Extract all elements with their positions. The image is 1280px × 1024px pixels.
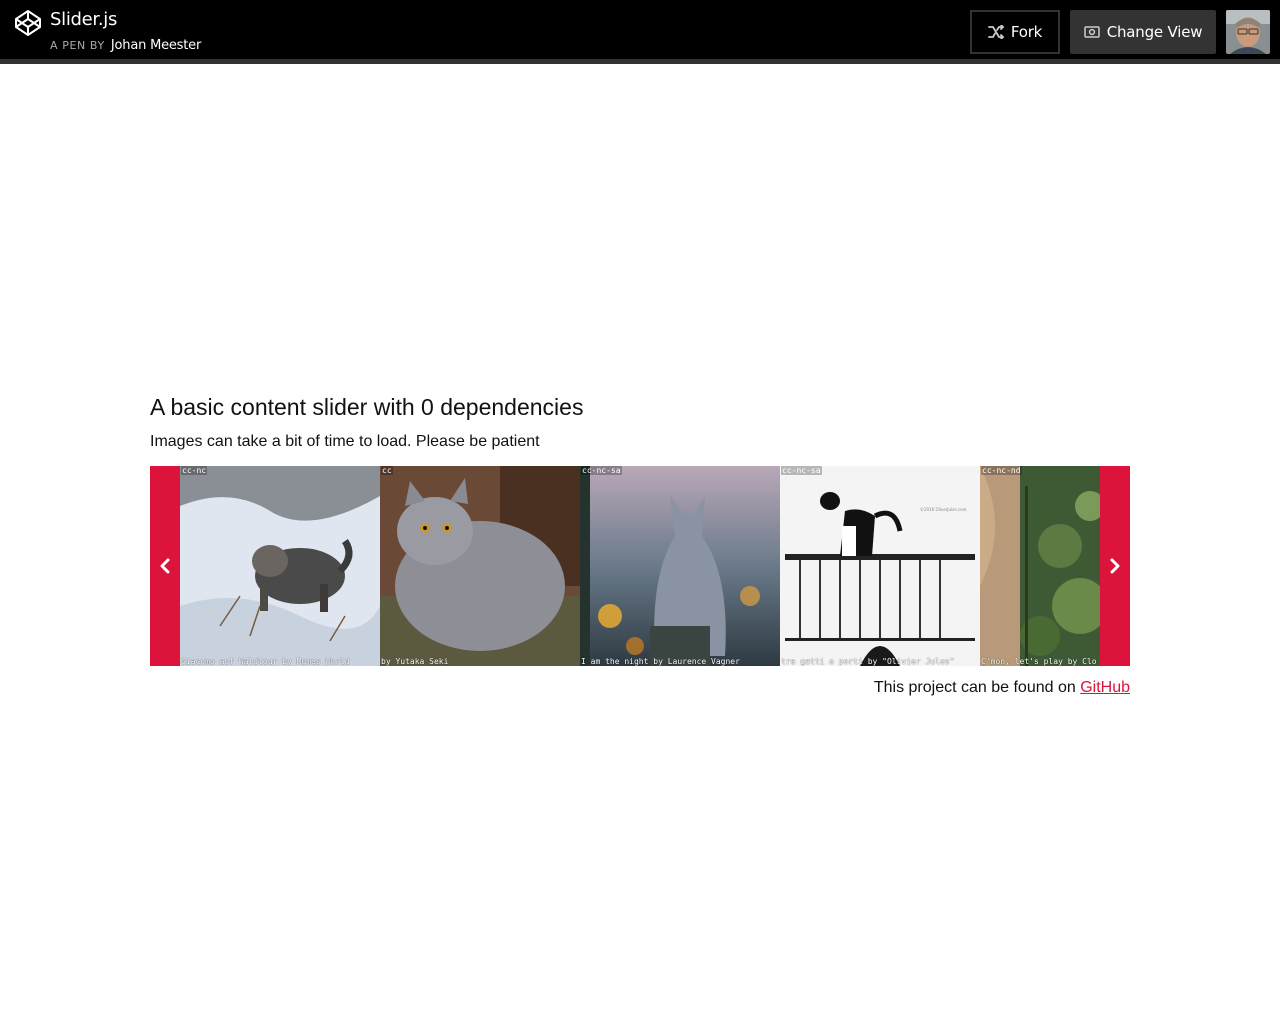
content-slider: cc-nc Giacomo auf Waldtour by Mumes Worl… (150, 466, 1130, 666)
author-link[interactable]: Johan Meester (111, 38, 201, 53)
svg-text:©2016 OliverJules.com: ©2016 OliverJules.com (920, 507, 967, 512)
slide[interactable]: cc-nc-sa I am the night by Laurence Vagn… (580, 466, 780, 666)
slide[interactable]: cc-nc Giacomo auf Waldtour by Mumes Worl… (180, 466, 380, 666)
page-subheading: Images can take a bit of time to load. P… (150, 433, 540, 450)
pen-title[interactable]: Slider.js (50, 9, 117, 30)
slider-next-button[interactable] (1100, 466, 1130, 666)
change-view-label: Change View (1106, 23, 1203, 41)
slide[interactable]: ©2016 OliverJules.com cc-nc-sa tra gatti… (780, 466, 980, 666)
codepen-logo-icon[interactable] (14, 9, 42, 37)
page-heading: A basic content slider with 0 dependenci… (150, 394, 584, 420)
slide-image (580, 466, 780, 666)
footer-text: This project can be found on (873, 679, 1076, 696)
fork-button[interactable]: Fork (970, 10, 1060, 54)
slide-license: cc-nc-sa (581, 466, 622, 475)
slide-caption: C'mon, let's play by Clo (981, 657, 1097, 666)
change-view-button[interactable]: Change View (1070, 10, 1216, 54)
slide-caption: Giacomo auf Waldtour by Mumes World (181, 657, 350, 666)
pen-author-line: A PEN BY Johan Meester (50, 38, 201, 53)
slide-license: cc-nc (181, 466, 208, 475)
slide-caption: I am the night by Laurence Vagner (581, 657, 740, 666)
slide-caption: tra gatti e porti by "Olivier Jules" (781, 657, 955, 666)
codepen-header: Slider.js A PEN BY Johan Meester Fork Ch… (0, 0, 1280, 64)
slide[interactable]: cc-nc-nd C'mon, let's play by Clo (980, 466, 1100, 666)
project-footer: This project can be found on GitHub (874, 679, 1130, 697)
slide-image (980, 466, 1100, 666)
slide-image (180, 466, 380, 666)
slide-license: cc (381, 466, 393, 475)
slider-prev-button[interactable] (150, 466, 180, 666)
slide-image: ©2016 OliverJules.com (780, 466, 980, 666)
fork-icon (987, 25, 1004, 39)
slide[interactable]: cc by Yutaka Seki (380, 466, 580, 666)
chevron-left-icon (160, 558, 170, 574)
avatar[interactable] (1226, 10, 1270, 54)
slide-image (380, 466, 580, 666)
eye-icon (1083, 26, 1100, 38)
by-label: A PEN BY (50, 39, 105, 52)
github-link[interactable]: GitHub (1080, 679, 1130, 696)
slide-license: cc-nc-sa (781, 466, 822, 475)
chevron-right-icon (1110, 558, 1120, 574)
fork-label: Fork (1010, 23, 1043, 41)
slide-caption: by Yutaka Seki (381, 657, 449, 666)
slide-license: cc-nc-nd (981, 466, 1022, 475)
slider-track: cc-nc Giacomo auf Waldtour by Mumes Worl… (180, 466, 1100, 666)
